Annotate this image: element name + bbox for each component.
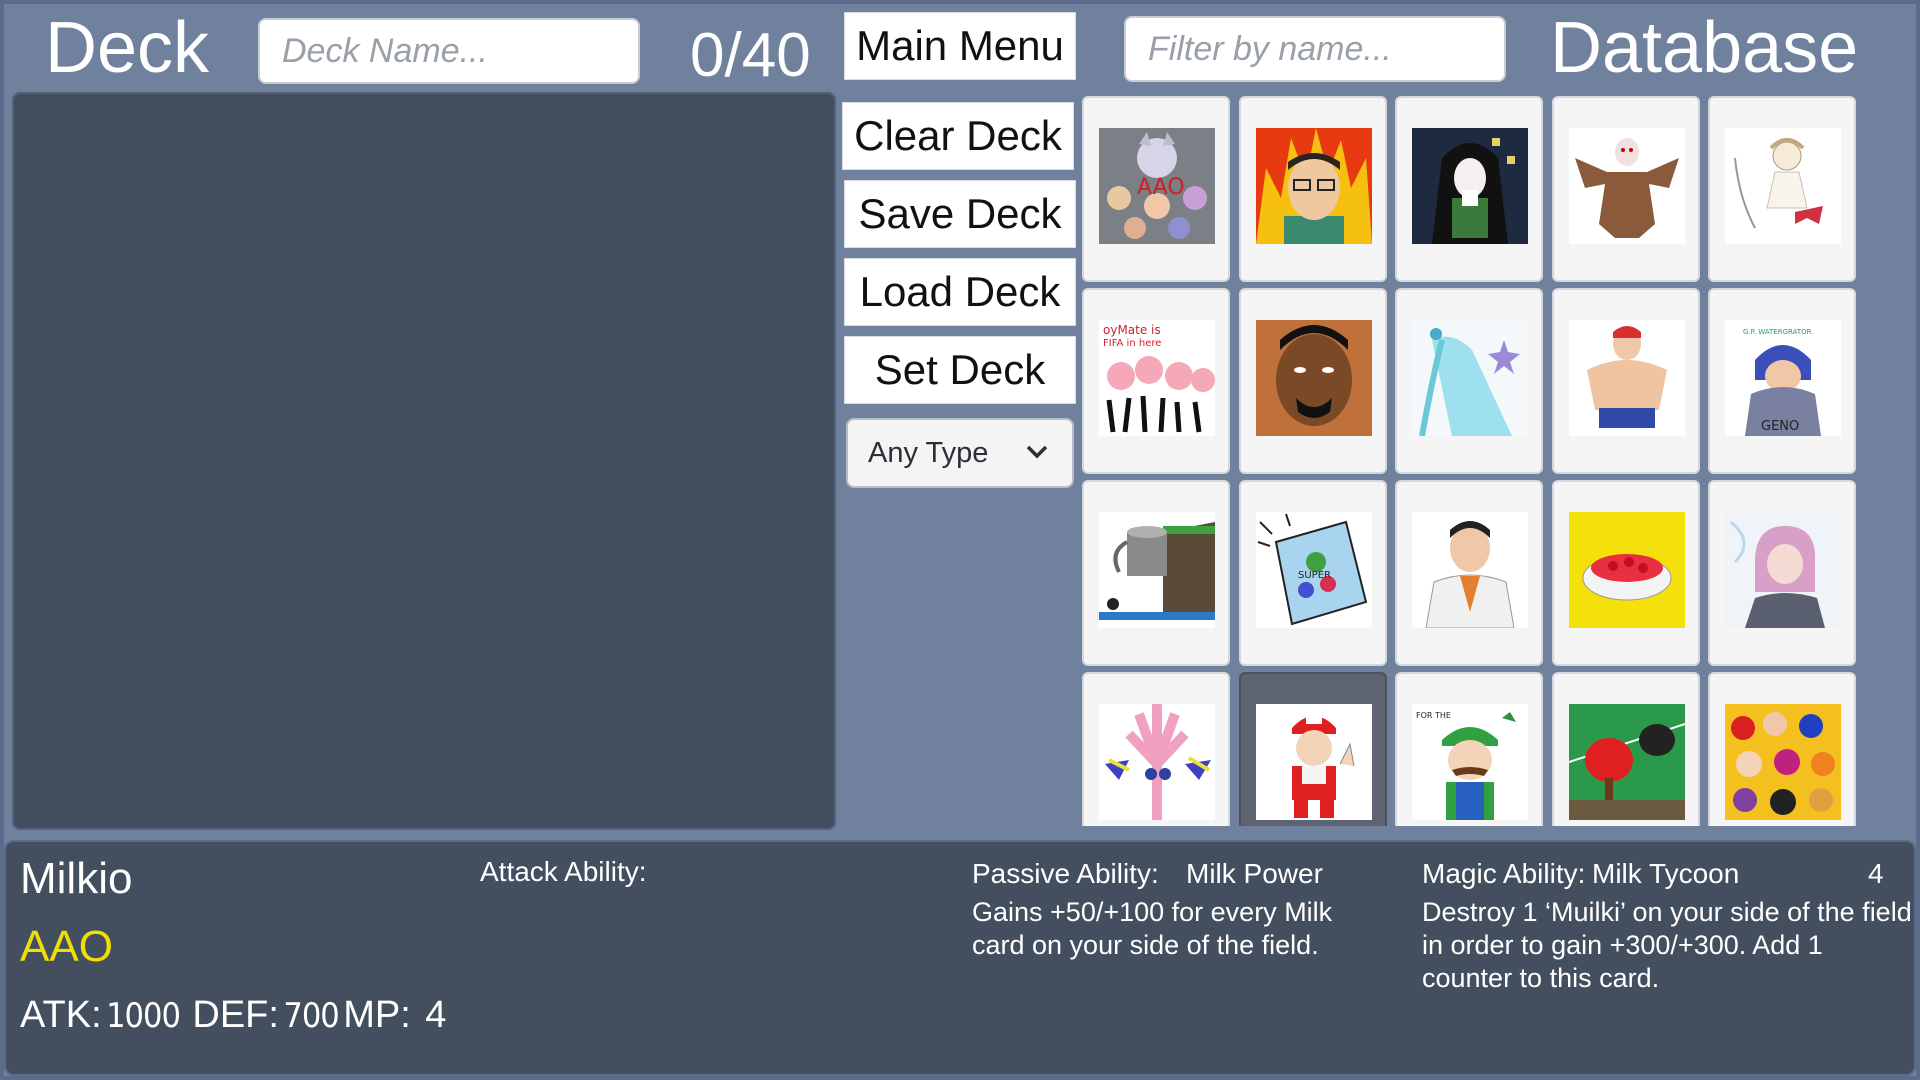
def-value: 700 [283,996,339,1036]
database-card[interactable] [1708,480,1856,666]
database-card-grid[interactable]: AAO oyMate is FIFA in here G.P. WATERGRATOR… [1082,96,1902,826]
caped-figure-art [1412,128,1528,244]
chevron-down-icon [1024,438,1050,472]
database-card[interactable] [1239,672,1387,826]
svg-text:AAO: AAO [1137,175,1185,200]
bearded-man-art [1256,320,1372,436]
deck-title: Deck [45,8,210,88]
pink-plant-art [1099,704,1215,820]
main-menu-button[interactable]: Main Menu [844,12,1076,80]
crowd-collage-art [1725,704,1841,820]
database-card[interactable] [1395,96,1543,282]
magic-ability-label: Magic Ability: [1422,858,1586,889]
mp-value: 4 [425,994,447,1036]
set-deck-button[interactable]: Set Deck [844,336,1076,404]
svg-text:FOR THE: FOR THE [1416,711,1451,720]
def-label: DEF: [192,994,279,1036]
attack-ability-label: Attack Ability: [480,856,647,887]
card-set: AAO [20,922,113,971]
cyan-hair-art [1412,320,1528,436]
green-cap-man-art: FOR THE [1412,704,1528,820]
passive-ability-label: Passive Ability: [972,858,1159,889]
database-card[interactable] [1708,96,1856,282]
flame-man-art [1256,128,1372,244]
magic-ability-name: Milk Tycoon [1592,858,1740,889]
cereal-box-art: SUPER [1256,512,1372,628]
save-deck-button[interactable]: Save Deck [844,180,1076,248]
database-card[interactable] [1082,480,1230,666]
database-card[interactable] [1552,288,1700,474]
deck-name-input[interactable]: Deck Name... [258,18,640,84]
pink-hair-art [1725,512,1841,628]
milk-mascot-art [1256,704,1372,820]
database-card[interactable] [1708,672,1856,826]
database-card[interactable]: SUPER [1239,480,1387,666]
filter-name-input[interactable]: Filter by name... [1124,16,1506,82]
load-deck-button[interactable]: Load Deck [844,258,1076,326]
svg-text:SUPER: SUPER [1298,570,1331,581]
database-card[interactable]: oyMate is FIFA in here [1082,288,1230,474]
magic-ability-cost: 4 [1868,858,1884,889]
hooded-figure-art: G.P. WATERGRATOR GENO [1725,320,1841,436]
database-card[interactable]: AAO [1082,96,1230,282]
card-stats: ATK: 1000 DEF: 700 MP: 4 [20,994,446,1037]
clear-deck-button[interactable]: Clear Deck [842,102,1074,170]
table-tennis-art [1569,704,1685,820]
card-info-panel: Milkio AAO ATK: 1000 DEF: 700 MP: 4 Atta… [4,840,1916,1076]
muscle-man-art [1569,320,1685,436]
database-card[interactable] [1552,672,1700,826]
svg-text:G.P. WATERGRATOR: G.P. WATERGRATOR [1743,328,1812,336]
angel-sketch-art [1725,128,1841,244]
pink-crowd-art: oyMate is FIFA in here [1099,320,1215,436]
database-card[interactable] [1082,672,1230,826]
yellow-cake-art [1569,512,1685,628]
svg-text:GENO: GENO [1761,419,1799,434]
deck-card-count: 0/40 [690,21,811,90]
type-filter-selected: Any Type [868,436,989,469]
database-card[interactable] [1552,480,1700,666]
database-title: Database [1550,8,1859,88]
database-card[interactable] [1552,96,1700,282]
passive-ability-name: Milk Power [1186,858,1323,889]
atk-value: 1000 [106,996,181,1036]
deck-list-panel[interactable] [12,92,836,830]
group-crowd-art: AAO [1099,128,1215,244]
magic-ability-text: Destroy 1 ‘Muilki’ on your side of the f… [1422,897,1912,993]
card-name: Milkio [20,854,133,903]
svg-text:FIFA in here: FIFA in here [1103,338,1161,349]
database-card[interactable] [1239,288,1387,474]
database-card[interactable]: FOR THE [1395,672,1543,826]
svg-text:oyMate is: oyMate is [1103,323,1161,337]
database-card[interactable]: G.P. WATERGRATOR GENO [1708,288,1856,474]
brown-creature-art [1569,128,1685,244]
database-card[interactable] [1239,96,1387,282]
database-card[interactable] [1395,288,1543,474]
white-jacket-man-art [1412,512,1528,628]
mp-label: MP: [343,994,411,1036]
passive-ability-text: Gains +50/+100 for every Milk card on yo… [972,897,1333,960]
database-card[interactable] [1395,480,1543,666]
type-filter-dropdown[interactable]: Any Type [846,418,1074,488]
atk-label: ATK: [20,994,102,1036]
bucket-cliff-art [1099,512,1215,628]
